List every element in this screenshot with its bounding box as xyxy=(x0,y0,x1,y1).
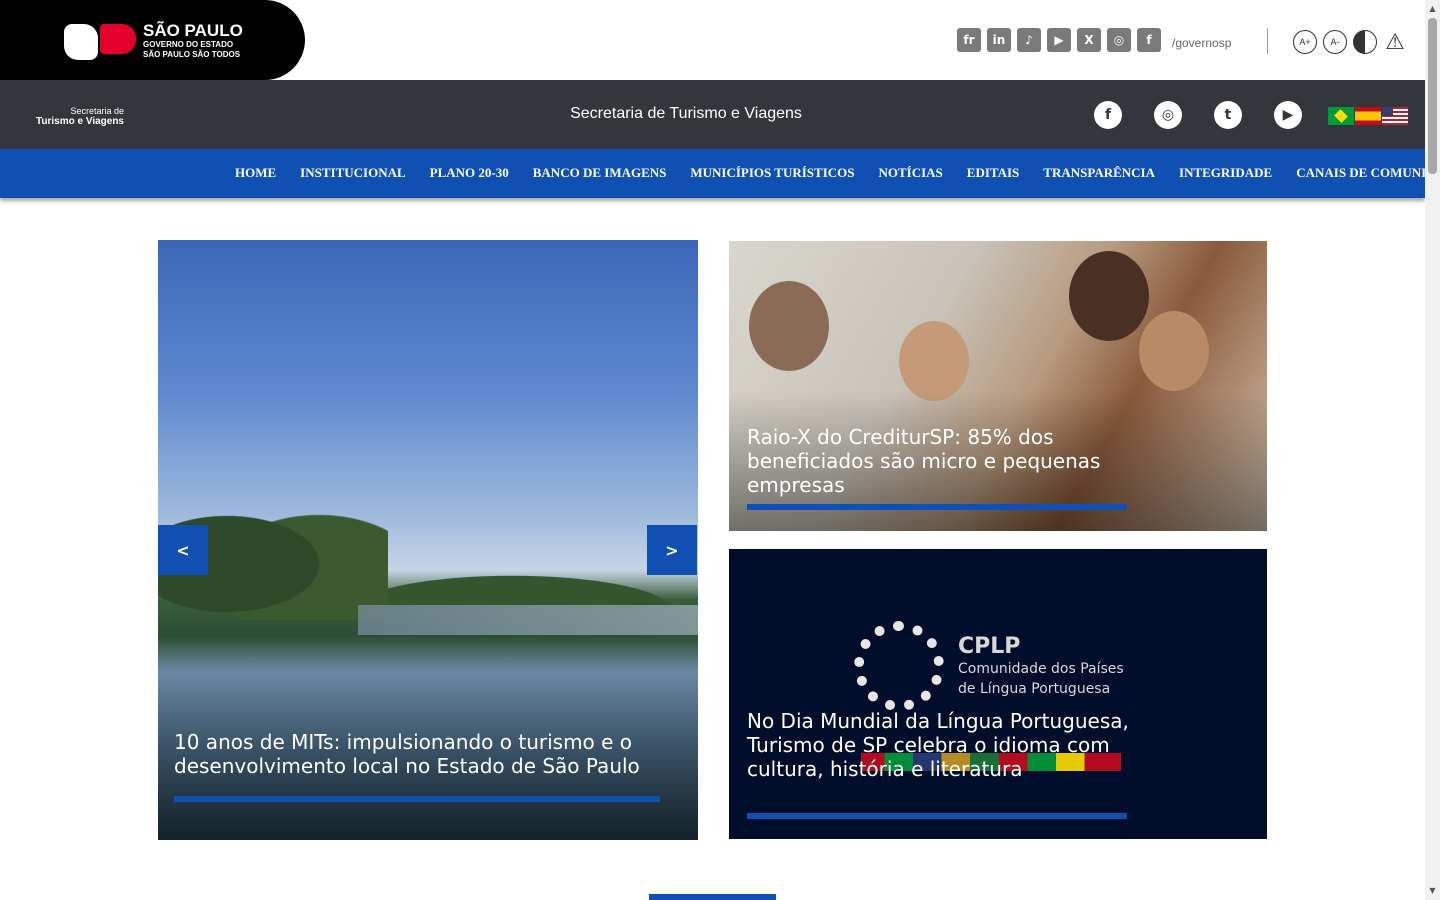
government-logo-title: SÃO PAULO xyxy=(143,21,243,40)
usa-flag-icon[interactable] xyxy=(1382,107,1408,125)
cplp-name-line1: Comunidade dos Países xyxy=(958,661,1124,677)
nav-item-institucional[interactable]: INSTITUCIONAL xyxy=(300,165,405,181)
news-card[interactable]: CPLP Comunidade dos Países de Língua Por… xyxy=(729,549,1267,839)
nav-item-editais[interactable]: EDITAIS xyxy=(967,165,1020,181)
brazil-flag-icon[interactable] xyxy=(1328,107,1354,125)
contrast-icon[interactable] xyxy=(1353,30,1377,54)
cplp-acronym: CPLP xyxy=(958,634,1021,659)
warning-icon[interactable]: ⚠ xyxy=(1383,29,1407,54)
section-divider xyxy=(649,894,776,900)
photo-person xyxy=(899,321,969,401)
nav-item-integridade[interactable]: INTEGRIDADE xyxy=(1179,165,1272,181)
facebook-icon[interactable]: f xyxy=(1137,28,1161,52)
social-handle[interactable]: /governosp xyxy=(1172,36,1231,50)
linkedin-icon[interactable]: in xyxy=(987,28,1011,52)
page-scrollbar[interactable]: ▲ ▼ xyxy=(1425,0,1440,900)
news-card-title[interactable]: Raio-X do CrediturSP: 85% dos beneficiad… xyxy=(747,425,1127,497)
tiktok-icon[interactable]: ♪ xyxy=(1017,28,1041,52)
title-underline xyxy=(747,504,1127,510)
government-topbar: SÃO PAULO GOVERNO DO ESTADO SÃO PAULO SÃ… xyxy=(0,0,1425,80)
nav-item-transparencia[interactable]: TRANSPARÊNCIA xyxy=(1043,165,1155,181)
landscape-hills xyxy=(388,570,698,610)
secretaria-logo-line1: Secretaria de xyxy=(70,106,124,116)
decrease-font-icon[interactable]: A- xyxy=(1323,30,1347,54)
x-icon[interactable]: X xyxy=(1077,28,1101,52)
government-logo-tagline: SÃO PAULO SÃO TODOS xyxy=(143,50,241,59)
instagram-icon[interactable]: ◎ xyxy=(1154,101,1182,129)
flickr-icon[interactable]: fr xyxy=(957,28,981,52)
facebook-icon[interactable]: f xyxy=(1094,101,1122,129)
slider-next-button[interactable]: > xyxy=(647,525,697,575)
government-logo-text: SÃO PAULO GOVERNO DO ESTADO SÃO PAULO SÃ… xyxy=(143,22,243,60)
photo-person xyxy=(1139,311,1209,391)
youtube-icon[interactable]: ▶ xyxy=(1047,28,1071,52)
cplp-logo-text: CPLP Comunidade dos Países de Língua Por… xyxy=(958,635,1124,699)
sao-paulo-government-logo[interactable]: SÃO PAULO GOVERNO DO ESTADO SÃO PAULO SÃ… xyxy=(0,0,305,80)
featured-news-title[interactable]: 10 anos de MITs: impulsionando o turismo… xyxy=(174,730,674,778)
news-card-title[interactable]: No Dia Mundial da Língua Portuguesa, Tur… xyxy=(747,709,1147,781)
scroll-down-icon[interactable]: ▼ xyxy=(1428,886,1437,895)
photo-person xyxy=(1069,251,1149,341)
news-card[interactable]: Raio-X do CrediturSP: 85% dos beneficiad… xyxy=(729,241,1267,531)
sp-logo-mark xyxy=(64,24,136,60)
nav-item-canais[interactable]: CANAIS DE COMUNICAÇÃO xyxy=(1296,165,1440,181)
nav-item-municipios[interactable]: MUNICÍPIOS TURÍSTICOS xyxy=(690,165,854,181)
secretaria-logo-line2: Turismo e Viagens xyxy=(36,116,124,127)
title-underline xyxy=(747,813,1127,819)
divider xyxy=(1267,28,1268,54)
featured-slider[interactable]: < > 10 anos de MITs: impulsionando o tur… xyxy=(158,240,698,840)
accessibility-tools: A+ A- ⚠ xyxy=(1293,29,1407,54)
instagram-icon[interactable]: ◎ xyxy=(1107,28,1131,52)
cplp-logo-icon xyxy=(854,621,944,711)
photo-person xyxy=(749,281,829,371)
spain-flag-icon[interactable] xyxy=(1355,107,1381,125)
scroll-thumb[interactable] xyxy=(1428,18,1437,174)
secretaria-header: Secretaria de Turismo e Viagens Secretar… xyxy=(0,80,1425,149)
twitter-icon[interactable]: t xyxy=(1214,101,1242,129)
youtube-icon[interactable]: ▶ xyxy=(1274,101,1302,129)
nav-item-noticias[interactable]: NOTÍCIAS xyxy=(878,165,942,181)
lake-reflection xyxy=(358,605,698,635)
title-underline xyxy=(174,796,660,802)
nav-item-banco-imagens[interactable]: BANCO DE IMAGENS xyxy=(533,165,667,181)
secretaria-logo[interactable]: Secretaria de Turismo e Viagens xyxy=(28,106,124,127)
main-navigation: HOME INSTITUCIONAL PLANO 20-30 BANCO DE … xyxy=(0,149,1440,198)
cplp-name-line2: de Língua Portuguesa xyxy=(958,681,1111,697)
government-logo-subtitle: GOVERNO DO ESTADO xyxy=(143,40,234,49)
scroll-up-icon[interactable]: ▲ xyxy=(1428,4,1437,13)
slider-prev-button[interactable]: < xyxy=(158,525,208,575)
increase-font-icon[interactable]: A+ xyxy=(1293,30,1317,54)
secretaria-social-links: f ◎ t ▶ xyxy=(1094,101,1302,129)
nav-item-plano[interactable]: PLANO 20-30 xyxy=(430,165,509,181)
government-social-links: fr in ♪ ▶ X ◎ f xyxy=(957,28,1161,52)
secretaria-title: Secretaria de Turismo e Viagens xyxy=(570,105,802,122)
nav-item-home[interactable]: HOME xyxy=(235,165,276,181)
